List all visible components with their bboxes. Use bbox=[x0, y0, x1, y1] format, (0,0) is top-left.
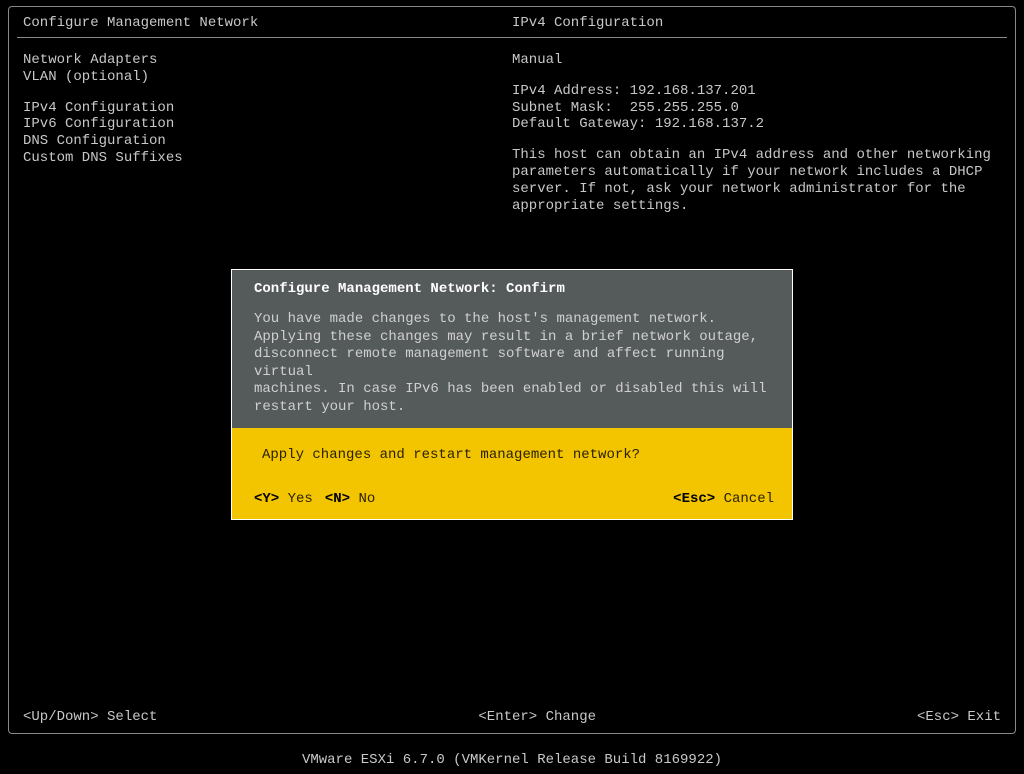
help-row: <Up/Down> Select <Enter> Change <Esc> Ex… bbox=[23, 709, 1001, 725]
right-mode: Manual bbox=[512, 52, 1001, 69]
menu-group-2: IPv4 Configuration IPv6 Configuration DN… bbox=[23, 100, 512, 167]
dialog-actions: <Y> Yes <N> No <Esc> Cancel bbox=[254, 491, 774, 507]
no-action[interactable]: <N> No bbox=[325, 491, 375, 507]
confirm-dialog: Configure Management Network: Confirm Yo… bbox=[231, 269, 793, 520]
status-bar: VMware ESXi 6.7.0 (VMKernel Release Buil… bbox=[0, 748, 1024, 774]
left-menu: Network Adapters VLAN (optional) IPv4 Co… bbox=[23, 52, 512, 214]
menu-item-network-adapters[interactable]: Network Adapters bbox=[23, 52, 512, 69]
menu-item-custom-dns-suffixes[interactable]: Custom DNS Suffixes bbox=[23, 150, 512, 167]
cancel-action[interactable]: <Esc> Cancel bbox=[673, 491, 774, 507]
yes-hotkey: <Y> bbox=[254, 491, 279, 507]
right-ipv4-line: IPv4 Address: 192.168.137.201 bbox=[512, 83, 1001, 100]
gateway-label: Default Gateway: bbox=[512, 116, 655, 132]
menu-item-ipv6-config[interactable]: IPv6 Configuration bbox=[23, 116, 512, 133]
header-right-title: IPv4 Configuration bbox=[512, 15, 1001, 31]
right-panel: Manual IPv4 Address: 192.168.137.201 Sub… bbox=[512, 52, 1001, 214]
dialog-question: Apply changes and restart management net… bbox=[254, 447, 774, 463]
menu-item-dns-config[interactable]: DNS Configuration bbox=[23, 133, 512, 150]
subnet-mask-label: Subnet Mask: bbox=[512, 100, 630, 116]
right-description: This host can obtain an IPv4 address and… bbox=[512, 147, 1001, 214]
no-hotkey: <N> bbox=[325, 491, 350, 507]
yes-action[interactable]: <Y> Yes bbox=[254, 491, 313, 507]
help-updown-select: <Up/Down> Select bbox=[23, 709, 157, 725]
dialog-top: Configure Management Network: Confirm Yo… bbox=[232, 270, 792, 428]
dialog-actions-left: <Y> Yes <N> No bbox=[254, 491, 375, 507]
menu-group-1: Network Adapters VLAN (optional) bbox=[23, 52, 512, 86]
help-esc-exit: <Esc> Exit bbox=[917, 709, 1001, 725]
dialog-body: You have made changes to the host's mana… bbox=[254, 311, 774, 416]
no-label: No bbox=[350, 491, 375, 507]
content-row: Network Adapters VLAN (optional) IPv4 Co… bbox=[9, 38, 1015, 214]
dialog-title: Configure Management Network: Confirm bbox=[254, 281, 774, 297]
cancel-hotkey: <Esc> bbox=[673, 491, 715, 507]
yes-label: Yes bbox=[279, 491, 313, 507]
cancel-label: Cancel bbox=[715, 491, 774, 507]
header-row: Configure Management Network IPv4 Config… bbox=[9, 7, 1015, 37]
menu-item-ipv4-config[interactable]: IPv4 Configuration bbox=[23, 100, 512, 117]
subnet-mask-value: 255.255.255.0 bbox=[630, 100, 739, 116]
right-mode-value: Manual bbox=[512, 52, 1001, 69]
ipv4-address-value: 192.168.137.201 bbox=[630, 83, 756, 99]
help-enter-change: <Enter> Change bbox=[478, 709, 596, 725]
right-ip-block: IPv4 Address: 192.168.137.201 Subnet Mas… bbox=[512, 83, 1001, 133]
gateway-value: 192.168.137.2 bbox=[655, 116, 764, 132]
right-subnet-line: Subnet Mask: 255.255.255.0 bbox=[512, 100, 1001, 117]
dialog-bottom: Apply changes and restart management net… bbox=[232, 428, 792, 519]
header-left-title: Configure Management Network bbox=[23, 15, 512, 31]
ipv4-address-label: IPv4 Address: bbox=[512, 83, 630, 99]
right-gateway-line: Default Gateway: 192.168.137.2 bbox=[512, 116, 1001, 133]
menu-item-vlan[interactable]: VLAN (optional) bbox=[23, 69, 512, 86]
